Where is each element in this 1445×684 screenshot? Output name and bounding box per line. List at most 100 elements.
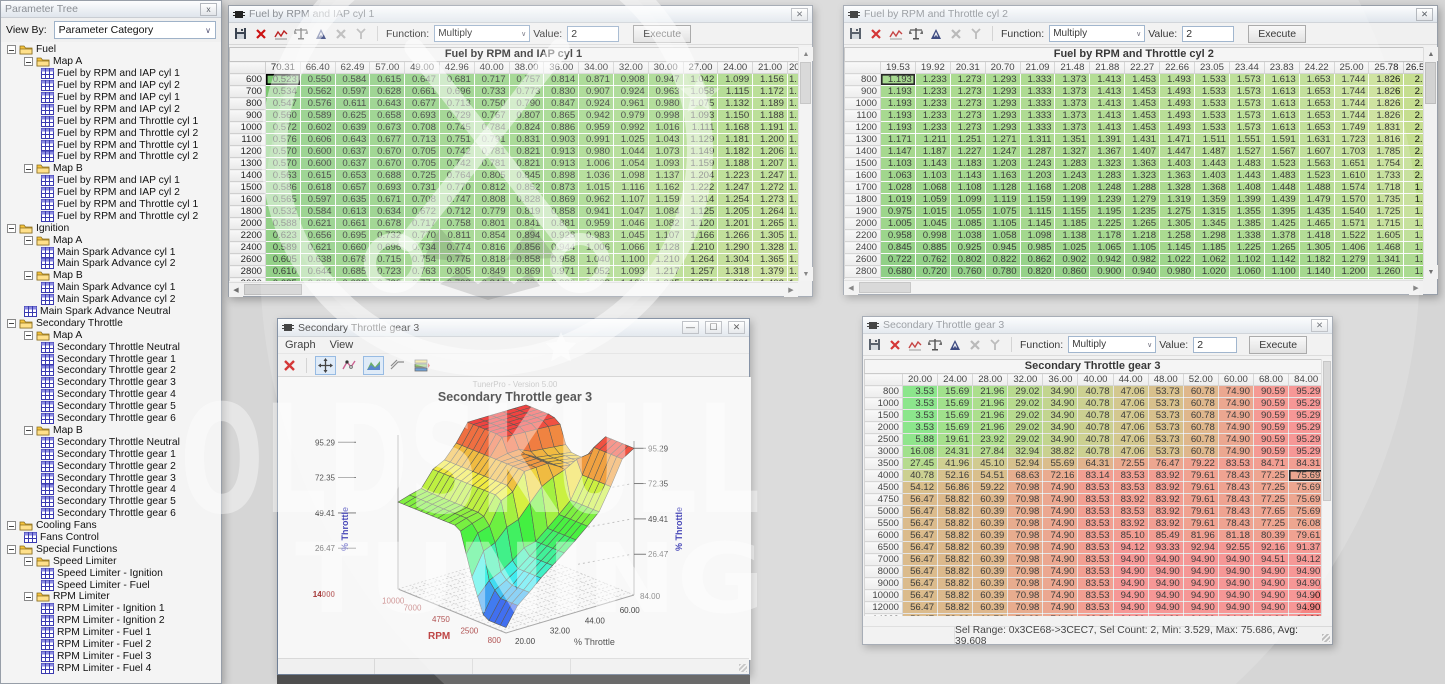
- table-cell[interactable]: 1.115: [1020, 206, 1055, 218]
- table-cell[interactable]: 0.670: [300, 278, 335, 282]
- table-cell[interactable]: 0.801: [474, 218, 509, 230]
- table-cell[interactable]: 1.: [787, 134, 798, 146]
- scale-a-icon[interactable]: [927, 26, 944, 42]
- table-cell[interactable]: 0.717: [474, 74, 509, 86]
- table-cell[interactable]: 1.373: [1055, 110, 1090, 122]
- table-cell[interactable]: 1.233: [915, 98, 950, 110]
- table-cell[interactable]: 74.90: [1043, 578, 1078, 590]
- tree-map-item[interactable]: Secondary Throttle gear 6: [1, 413, 221, 425]
- scrollbar-thumb[interactable]: [1323, 361, 1331, 501]
- table-cell[interactable]: 1.036: [579, 170, 614, 182]
- scroll-right-icon[interactable]: ▶: [784, 283, 798, 297]
- table-cell[interactable]: 94.90: [1113, 578, 1148, 590]
- table-cell[interactable]: 1.047: [613, 206, 648, 218]
- table-cell[interactable]: 1.271: [985, 134, 1020, 146]
- table-cell[interactable]: 0.846: [1020, 278, 1055, 280]
- table-cell[interactable]: 0.695: [335, 230, 370, 242]
- table-cell[interactable]: 1.066: [613, 242, 648, 254]
- row-header[interactable]: 9000: [865, 578, 903, 590]
- table-cell[interactable]: 1.607: [1299, 146, 1334, 158]
- table-cell[interactable]: 1.205: [718, 206, 753, 218]
- table-cell[interactable]: 0.576: [300, 98, 335, 110]
- table-cell[interactable]: 0.908: [613, 74, 648, 86]
- table-cell[interactable]: 1.754: [1369, 158, 1404, 170]
- table-cell[interactable]: 0.808: [474, 194, 509, 206]
- table-cell[interactable]: 0.696: [370, 242, 405, 254]
- table-cell[interactable]: 1.402: [753, 278, 788, 282]
- tree-map-item[interactable]: Secondary Throttle gear 1: [1, 353, 221, 365]
- table-cell[interactable]: 0.812: [474, 182, 509, 194]
- tree-collapse-icon[interactable]: [7, 319, 16, 328]
- scroll-left-icon[interactable]: ◀: [229, 283, 243, 297]
- table-cell[interactable]: 1.435: [1299, 206, 1334, 218]
- table-cell[interactable]: 1.068: [915, 182, 950, 194]
- table-cell[interactable]: 1.785: [1369, 146, 1404, 158]
- table-cell[interactable]: 1.323: [1090, 158, 1125, 170]
- table-cell[interactable]: 1.137: [648, 170, 683, 182]
- table-cell[interactable]: 74.90: [1043, 590, 1078, 602]
- column-header[interactable]: 21.00: [753, 62, 788, 74]
- table-cell[interactable]: 3.53: [903, 386, 938, 398]
- tree-map-item[interactable]: RPM Limiter - Fuel 2: [1, 639, 221, 651]
- table-cell[interactable]: 1.333: [1020, 86, 1055, 98]
- table-cell[interactable]: 0.670: [370, 158, 405, 170]
- table-cell[interactable]: 1.413: [1090, 74, 1125, 86]
- table-cell[interactable]: 1.605: [1369, 230, 1404, 242]
- table-cell[interactable]: 1.247: [985, 146, 1020, 158]
- table-cell[interactable]: 0.831: [509, 134, 544, 146]
- table-cell[interactable]: 1.465: [1299, 218, 1334, 230]
- table-cell[interactable]: 0.732: [370, 278, 405, 282]
- table-cell[interactable]: 1.264: [683, 254, 718, 266]
- table-cell[interactable]: 90.59: [1253, 398, 1288, 410]
- row-header[interactable]: 3000: [845, 278, 881, 280]
- tree-folder-item[interactable]: Map B: [1, 163, 221, 175]
- table-cell[interactable]: 94.90: [1218, 554, 1253, 566]
- table-cell[interactable]: 1.287: [1020, 146, 1055, 158]
- scroll-up-icon[interactable]: ▲: [799, 47, 813, 61]
- table-cell[interactable]: 0.975: [881, 206, 916, 218]
- table-cell[interactable]: 83.92: [1148, 494, 1183, 506]
- table-cell[interactable]: 15.69: [938, 410, 973, 422]
- table-cell[interactable]: 1.006: [579, 158, 614, 170]
- table-cell[interactable]: 94.90: [1253, 590, 1288, 602]
- table-cell[interactable]: 0.886: [544, 122, 579, 134]
- table-cell[interactable]: 1.413: [1090, 110, 1125, 122]
- table-cell[interactable]: 1.243: [1055, 170, 1090, 182]
- tree-map-item[interactable]: Fuel by RPM and Throttle cyl 2: [1, 151, 221, 163]
- table-cell[interactable]: 0.644: [300, 266, 335, 278]
- table-cell[interactable]: 47.06: [1113, 398, 1148, 410]
- table-cell[interactable]: 0.985: [1020, 242, 1055, 254]
- tree-map-item[interactable]: Secondary Throttle gear 5: [1, 496, 221, 508]
- menu-view[interactable]: View: [330, 339, 354, 351]
- tree-map-item[interactable]: Fuel by RPM and Throttle cyl 2: [1, 127, 221, 139]
- row-header[interactable]: 1700: [845, 182, 881, 194]
- table-cell[interactable]: 1.283: [1055, 158, 1090, 170]
- table-cell[interactable]: 56.86: [938, 482, 973, 494]
- table-cell[interactable]: 0.597: [300, 194, 335, 206]
- table-cell[interactable]: 0.959: [579, 122, 614, 134]
- table-cell[interactable]: 0.647: [405, 74, 440, 86]
- table-cell[interactable]: 94.90: [1183, 614, 1218, 617]
- tree-map-item[interactable]: Fuel by RPM and IAP cyl 1: [1, 92, 221, 104]
- table-cell[interactable]: 94.90: [1148, 566, 1183, 578]
- table-cell[interactable]: 1.103: [881, 158, 916, 170]
- horizontal-scrollbar[interactable]: ◀ ▶: [229, 282, 798, 296]
- table-cell[interactable]: 1.448: [1264, 182, 1299, 194]
- row-header[interactable]: 2000: [845, 218, 881, 230]
- table-cell[interactable]: 47.06: [1113, 386, 1148, 398]
- row-header[interactable]: 700: [230, 86, 266, 98]
- table-cell[interactable]: 83.53: [1078, 506, 1113, 518]
- table-cell[interactable]: 1.333: [1020, 110, 1055, 122]
- column-header[interactable]: 23.05: [1195, 62, 1230, 74]
- table-cell[interactable]: 1.610: [1334, 170, 1369, 182]
- table-cell[interactable]: 68.63: [1008, 470, 1043, 482]
- table-cell[interactable]: 1.573: [1229, 74, 1264, 86]
- vertical-scrollbar[interactable]: ▲ ▼: [798, 47, 812, 281]
- row-header[interactable]: 1100: [845, 110, 881, 122]
- tree-map-item[interactable]: Fuel by RPM and IAP cyl 2: [1, 187, 221, 199]
- table-cell[interactable]: 0.670: [370, 146, 405, 158]
- table-cell[interactable]: 83.92: [1148, 506, 1183, 518]
- table-cell[interactable]: 0.717: [405, 218, 440, 230]
- table-cell[interactable]: 1.570: [1334, 194, 1369, 206]
- table-cell[interactable]: 1.093: [613, 266, 648, 278]
